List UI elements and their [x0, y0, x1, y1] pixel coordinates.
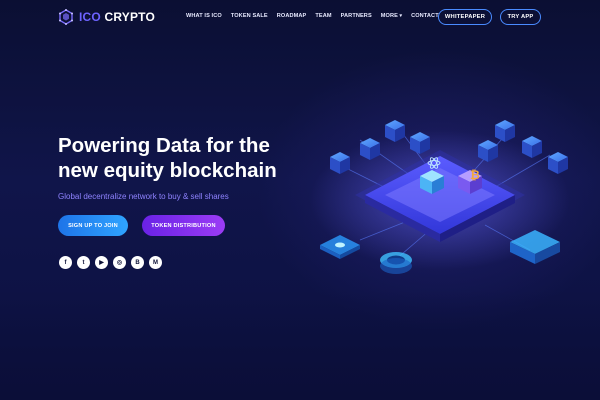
twitter-icon[interactable]: t — [77, 256, 90, 269]
nav-item-what-is-ico[interactable]: WHAT IS ICO — [186, 13, 222, 19]
main-nav: WHAT IS ICO TOKEN SALE ROADMAP TEAM PART… — [186, 13, 448, 19]
social-links: f t ▶ ◎ B M — [59, 256, 162, 269]
hero-subtitle: Global decentralize network to buy & sel… — [58, 192, 229, 201]
hero-title-line-2: new equity blockchain — [58, 159, 277, 182]
bitcoin-symbol: ₿ — [470, 168, 480, 182]
logo-text-suffix: CRYPTO — [100, 10, 156, 24]
nav-item-roadmap[interactable]: ROADMAP — [277, 13, 307, 19]
medium-icon[interactable]: M — [149, 256, 162, 269]
logo-cube-icon — [59, 9, 73, 25]
nav-item-contact[interactable]: CONTACT — [411, 13, 439, 19]
nav-item-token-sale[interactable]: TOKEN SALE — [231, 13, 268, 19]
node-device-center — [380, 252, 412, 274]
logo-text: ICO CRYPTO — [79, 10, 155, 24]
youtube-icon[interactable]: ▶ — [95, 256, 108, 269]
page-background-lower — [0, 290, 600, 400]
nav-item-team[interactable]: TEAM — [315, 13, 331, 19]
bitcoin-icon[interactable]: B — [131, 256, 144, 269]
logo[interactable]: ICO CRYPTO — [58, 9, 155, 25]
sign-up-button[interactable]: SIGN UP TO JOIN — [58, 215, 128, 236]
nav-item-partners[interactable]: PARTNERS — [341, 13, 372, 19]
hero-title-line-1: Powering Data for the — [58, 134, 270, 157]
svg-text:₿: ₿ — [470, 168, 480, 182]
github-icon[interactable]: ◎ — [113, 256, 126, 269]
facebook-icon[interactable]: f — [59, 256, 72, 269]
try-app-button[interactable]: TRY APP — [500, 9, 541, 25]
nav-item-more-dropdown[interactable]: MORE — [381, 13, 402, 19]
blockchain-illustration: ₿ — [310, 120, 570, 274]
site-header: ICO CRYPTO WHAT IS ICO TOKEN SALE ROADMA… — [0, 0, 600, 36]
logo-text-prefix: ICO — [79, 10, 101, 24]
whitepaper-button[interactable]: WHITEPAPER — [438, 9, 492, 25]
token-distribution-button[interactable]: TOKEN DISTRIBUTION — [142, 215, 225, 236]
